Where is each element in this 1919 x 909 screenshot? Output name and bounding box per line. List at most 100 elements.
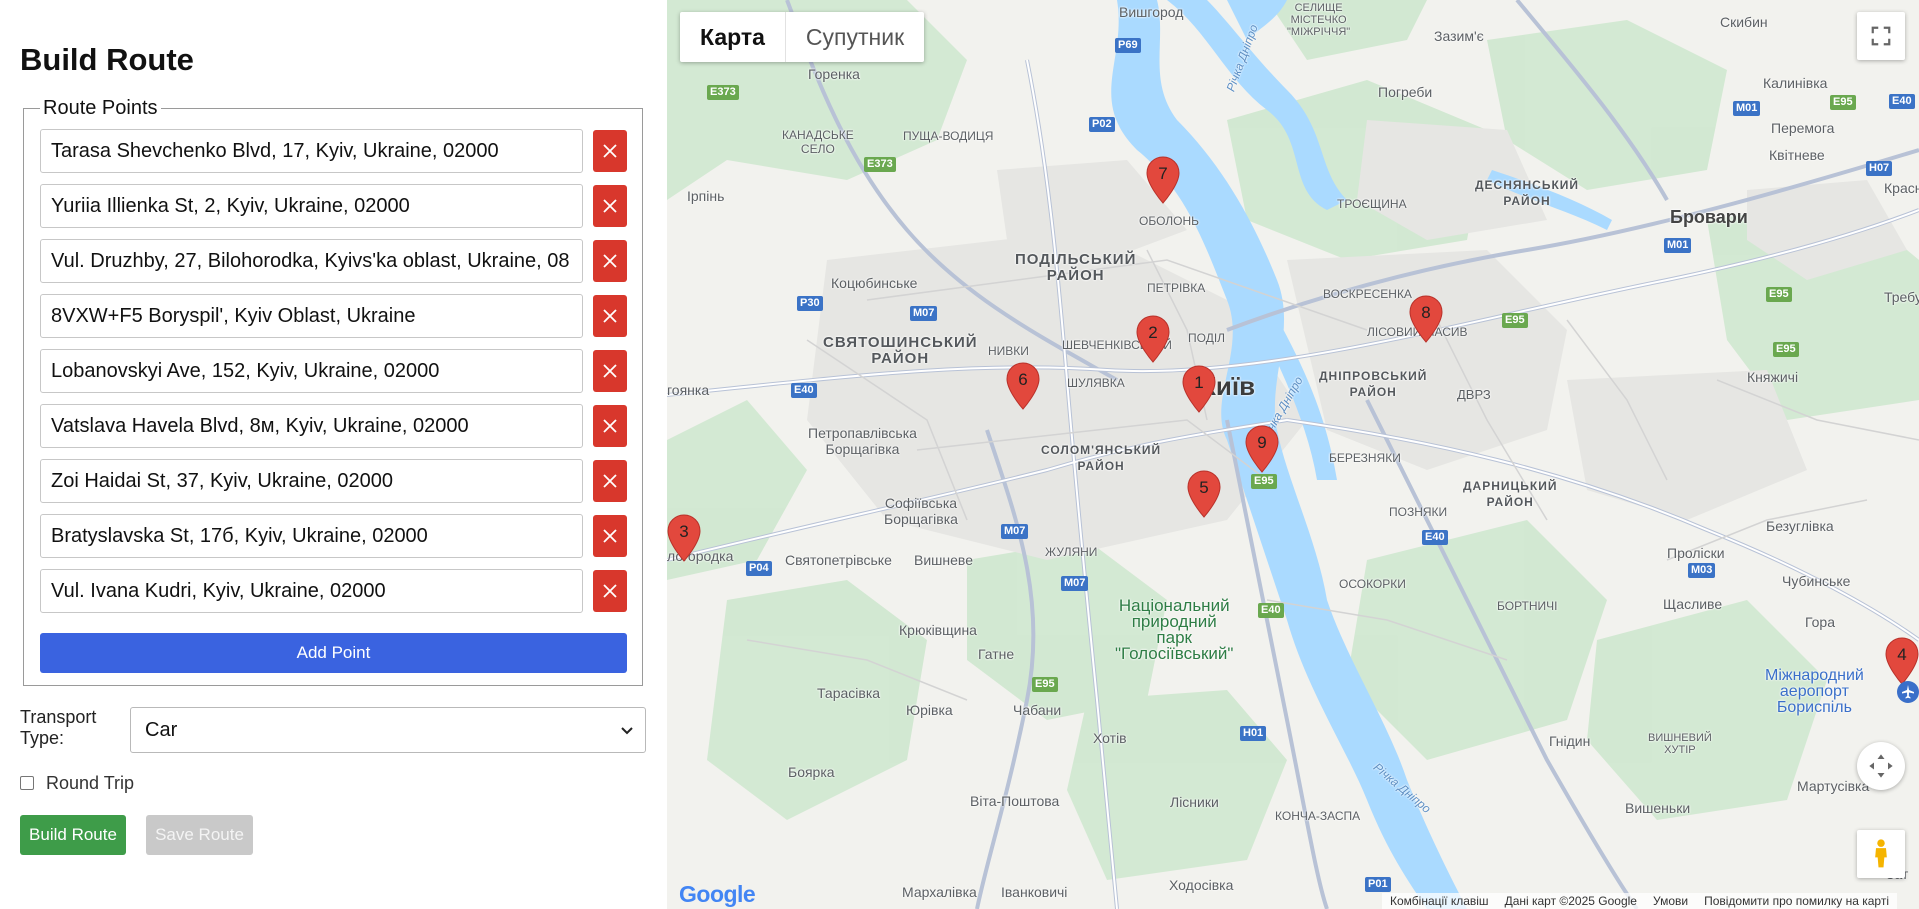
remove-point-button[interactable] — [593, 405, 627, 447]
route-point-input[interactable] — [40, 459, 583, 503]
remove-point-button[interactable] — [593, 295, 627, 337]
route-point-input[interactable] — [40, 514, 583, 558]
road-shield: P04 — [746, 561, 772, 576]
road-shield: E40 — [791, 383, 817, 398]
fullscreen-button[interactable] — [1857, 12, 1905, 60]
remove-point-button[interactable] — [593, 185, 627, 227]
map-label-tarasivka: Тарасівка — [817, 685, 881, 701]
remove-point-button[interactable] — [593, 570, 627, 612]
map-label-martusivka: Мартусівка — [1797, 778, 1870, 794]
close-icon — [603, 199, 617, 213]
route-point-row — [40, 404, 630, 448]
map-label-hatne: Гатне — [978, 646, 1015, 662]
route-point-input[interactable] — [40, 184, 583, 228]
map-label-podilskyi: ПОДІЛЬСЬКИЙ РАЙОН — [1015, 252, 1136, 284]
road-shield: H01 — [1240, 726, 1267, 741]
transport-type-value: Car — [145, 719, 178, 741]
map-label-sofiivska: Софіївська Борщагівка — [884, 495, 958, 527]
close-icon — [603, 144, 617, 158]
route-point-input[interactable] — [40, 239, 583, 283]
report-error-link[interactable]: Повідомити про помилку на карті — [1696, 893, 1897, 909]
road-shield: P69 — [1115, 38, 1141, 53]
transport-type-label: Transport Type: — [20, 707, 97, 748]
route-point-input[interactable] — [40, 569, 583, 613]
route-marker[interactable]: 6 — [1006, 362, 1040, 410]
close-icon — [603, 419, 617, 433]
map-label-nyvky: НИВКИ — [988, 344, 1029, 358]
map-label-vyshnevyi-line: ХУТІР — [1664, 744, 1696, 756]
map-label-vyshnevyi-line: ВИШНЕВИЙ — [1648, 732, 1712, 744]
map-label-pozniaky: ПОЗНЯКИ — [1389, 505, 1448, 519]
close-icon — [603, 309, 617, 323]
route-point-row — [40, 129, 630, 173]
street-view-button[interactable] — [1857, 830, 1905, 878]
route-marker[interactable]: 5 — [1187, 470, 1221, 518]
remove-point-button[interactable] — [593, 240, 627, 282]
route-point-row — [40, 184, 630, 228]
route-point-row — [40, 349, 630, 393]
page-title: Build Route — [20, 42, 194, 77]
road-shield: E95 — [1032, 677, 1058, 692]
remove-point-button[interactable] — [593, 515, 627, 557]
remove-point-button[interactable] — [593, 130, 627, 172]
route-point-input[interactable] — [40, 129, 583, 173]
airport-icon — [1897, 681, 1919, 703]
road-shield: M07 — [1061, 576, 1089, 591]
keyboard-shortcuts-link[interactable]: Комбінації клавіш — [1382, 893, 1497, 909]
camera-control-button[interactable] — [1857, 742, 1905, 790]
terms-link[interactable]: Умови — [1645, 893, 1696, 909]
route-point-input[interactable] — [40, 294, 583, 338]
map-label-shuliavka: ШУЛЯВКА — [1067, 376, 1125, 390]
route-marker[interactable]: 3 — [667, 514, 701, 562]
map-label-kniazhychi: Княжичі — [1747, 369, 1799, 385]
transport-type-select[interactable]: Car — [130, 707, 646, 753]
map-label-berezniaky: БЕРЕЗНЯКИ — [1329, 451, 1401, 465]
map-label-desnianskyi: ДЕСНЯНСЬКИЙ РАЙОН — [1475, 177, 1579, 209]
map-label-kanadske-line: СЕЛО — [800, 142, 835, 156]
route-marker[interactable]: 1 — [1182, 365, 1216, 413]
save-route-button[interactable]: Save Route — [146, 815, 253, 855]
add-point-button[interactable]: Add Point — [40, 633, 627, 673]
remove-point-button[interactable] — [593, 350, 627, 392]
close-icon — [603, 364, 617, 378]
map-type-satellite-button[interactable]: Супутник — [786, 12, 924, 62]
map-label-troieshchyna: ТРОЄЩИНА — [1337, 197, 1407, 211]
map-label-kriukivshchyna: Крюківщина — [899, 622, 977, 638]
map-view[interactable]: Вишгород СЕЛИЩЕ МІСТЕЧКО "МІЖРІЧЧЯ" Горенк… — [667, 0, 1919, 909]
route-point-input[interactable] — [40, 404, 583, 448]
map-label-dniprovskyi: ДНІПРОВСЬКИЙ РАЙОН — [1319, 368, 1427, 400]
map-label-darnytskyi: ДАРНИЦЬКИЙ РАЙОН — [1463, 478, 1557, 510]
route-marker[interactable]: 9 — [1245, 425, 1279, 473]
map-type-map-button[interactable]: Карта — [680, 12, 785, 62]
road-shield: E40 — [1422, 530, 1448, 545]
map-label-park-line: "Голосіївський" — [1115, 644, 1234, 663]
build-route-button[interactable]: Build Route — [20, 815, 126, 855]
route-marker[interactable]: 7 — [1146, 156, 1180, 204]
map-label-podilskyi-line: РАЙОН — [1046, 267, 1105, 284]
road-shield: M01 — [1733, 101, 1761, 116]
map-label-desnianskyi-line: РАЙОН — [1503, 194, 1551, 208]
remove-point-button[interactable] — [593, 460, 627, 502]
route-marker[interactable]: 8 — [1409, 295, 1443, 343]
map-label-hora: Гора — [1805, 614, 1836, 630]
round-trip-checkbox[interactable] — [20, 776, 34, 790]
map-label-kalynivka: Калинівка — [1763, 75, 1828, 91]
route-point-row — [40, 239, 630, 283]
map-label-airport-line: аеропорт — [1779, 683, 1849, 700]
road-shield: M07 — [910, 306, 938, 321]
map-label-sviatoshynskyi: СВЯТОШИНСЬКИЙ РАЙОН — [823, 335, 978, 367]
map-label-sofiivska-line: Борщагівка — [884, 511, 958, 527]
route-marker[interactable]: 4 — [1885, 637, 1919, 685]
route-point-row — [40, 294, 630, 338]
map-label-skybyn: Скибин — [1720, 14, 1768, 30]
route-marker[interactable]: 2 — [1136, 315, 1170, 363]
map-label-vyshhorod: Вишгород — [1119, 4, 1184, 20]
map-label-obolon: ОБОЛОНЬ — [1139, 214, 1200, 228]
map-label-boiarka: Боярка — [788, 764, 835, 780]
google-logo: Google — [679, 881, 756, 908]
map-label-sofiivska-line: Софіївська — [884, 495, 958, 511]
route-marker-label: 8 — [1421, 303, 1431, 322]
route-marker-label: 9 — [1257, 433, 1267, 452]
route-point-input[interactable] — [40, 349, 583, 393]
map-label-shchaslyve: Щасливе — [1663, 596, 1723, 612]
